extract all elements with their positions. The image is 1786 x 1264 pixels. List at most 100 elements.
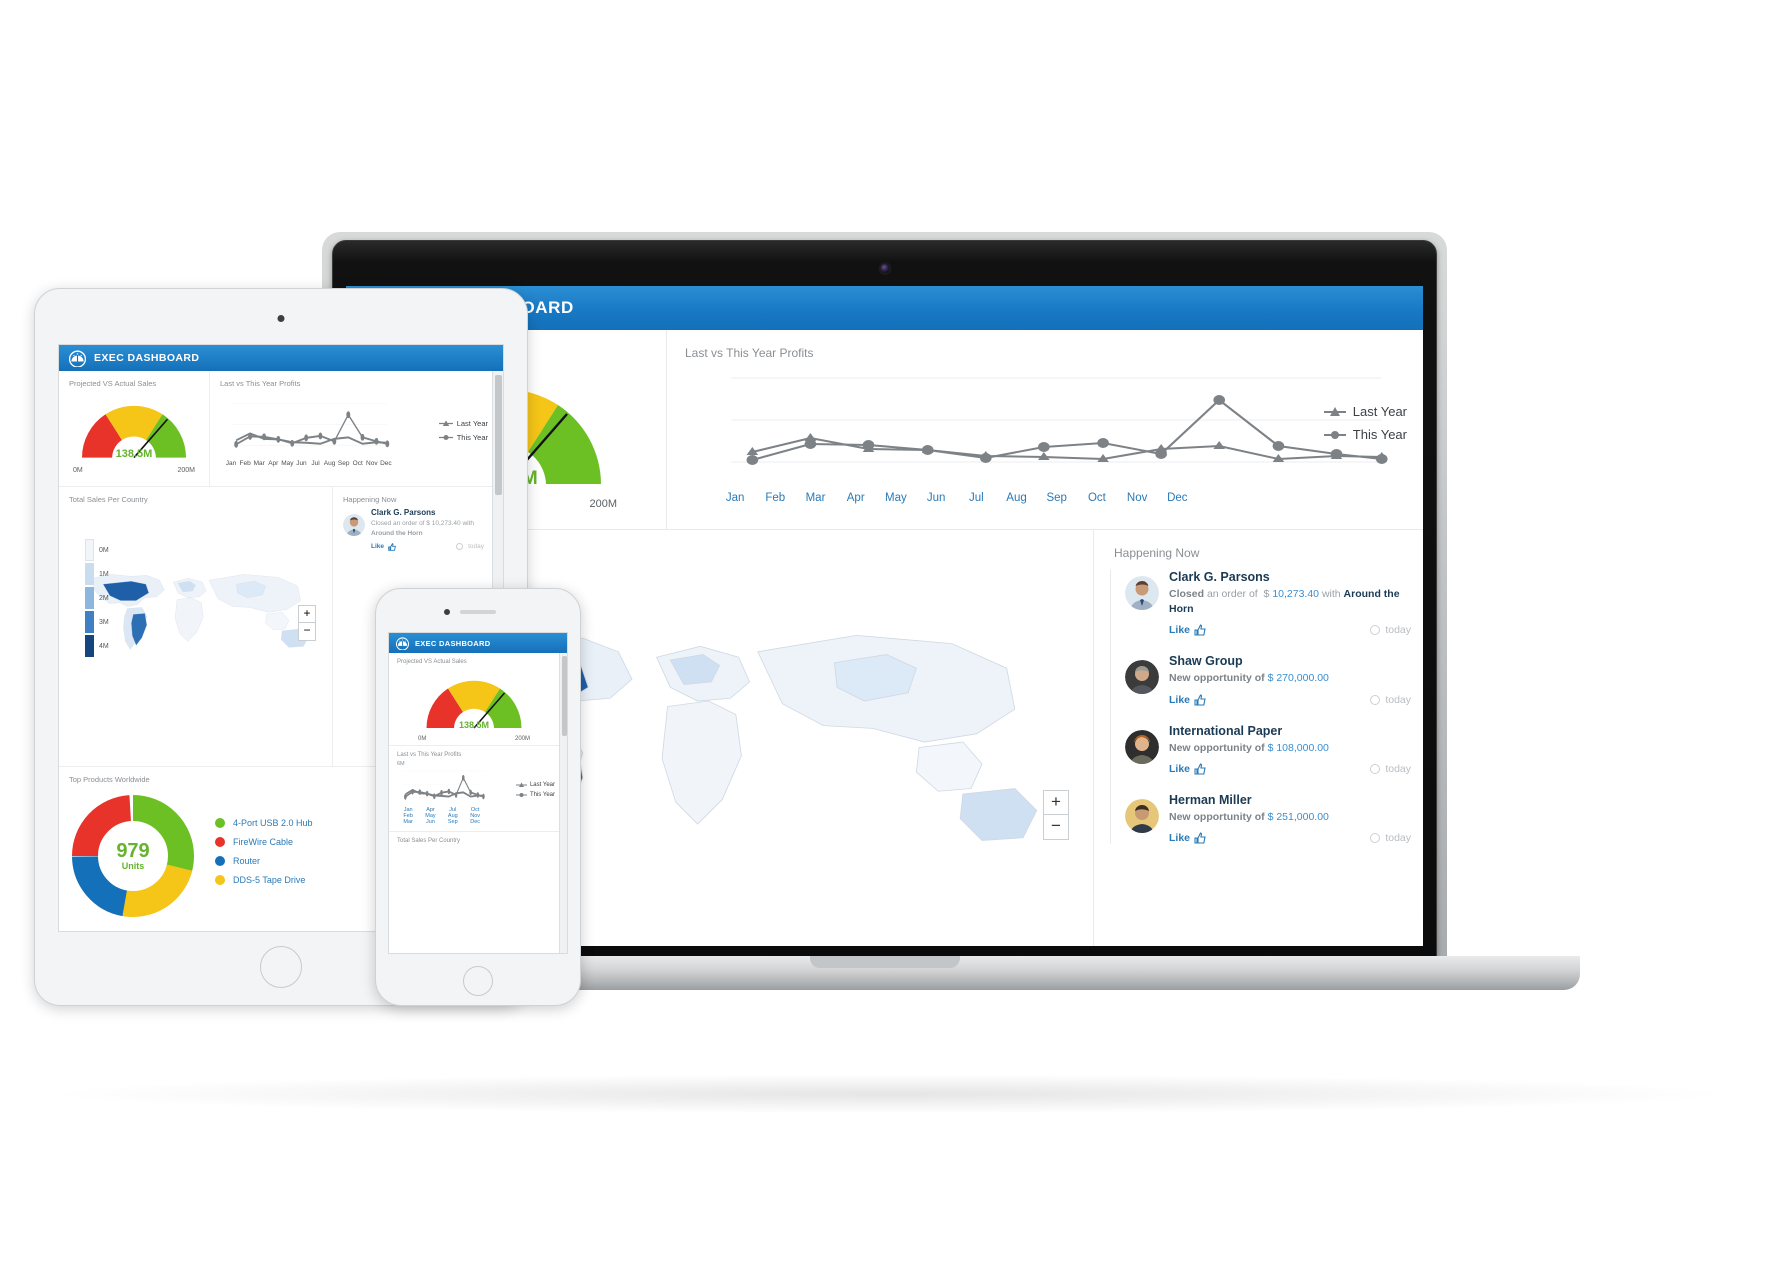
x-tick: Aug (323, 460, 336, 467)
thumbs-up-icon (1194, 624, 1206, 636)
list-item[interactable]: International Paper New opportunity of $… (1125, 724, 1411, 775)
phone-camera-icon (444, 609, 450, 615)
legend-label-this-year: This Year (456, 433, 488, 442)
line-chart-legend: Last Year This Year (1323, 404, 1407, 450)
list-item[interactable]: Clark G. Parsons Closed an order of $ 10… (1125, 570, 1411, 636)
feed-amount: $ 251,000.00 (1267, 810, 1329, 823)
legend-dot-blue-icon (215, 856, 225, 866)
legend-item-last-year[interactable]: Last Year (438, 419, 488, 428)
legend-label: 4-Port USB 2.0 Hub (233, 818, 313, 828)
x-tick: Mar (403, 819, 413, 825)
feed-content: International Paper New opportunity of $… (1169, 724, 1411, 775)
legend-dot-red-icon (215, 837, 225, 847)
phone-dashboard-body: Projected VS Actual Sales 138.5M 0M 200M (389, 653, 559, 953)
panel-title-line: Last vs This Year Profits (220, 379, 301, 388)
x-tick: Apr (268, 460, 279, 467)
donut-chart: 979 Units (69, 792, 197, 920)
ground-shadow (40, 1074, 1740, 1114)
feed-item-text: Closed an order of $ 10,273.40 with Arou… (371, 519, 484, 539)
legend-item-last-year[interactable]: Last Year (1323, 404, 1407, 419)
scale-label: 2M (99, 594, 109, 602)
legend-item-product-2[interactable]: Router (215, 856, 313, 866)
map-zoom-in-button[interactable]: + (1044, 791, 1068, 815)
legend-item-this-year[interactable]: This Year (1323, 427, 1407, 442)
phone-home-button[interactable] (463, 966, 493, 996)
x-tick: Oct (352, 460, 363, 467)
map-zoom-out-button[interactable]: − (299, 623, 315, 640)
like-button[interactable]: Like (1169, 624, 1206, 636)
feed-company[interactable]: Around the Horn (371, 530, 423, 537)
laptop-trackpad-notch (809, 956, 960, 968)
list-item[interactable]: Shaw Group New opportunity of $ 270,000.… (1125, 654, 1411, 706)
panel-title-line: Last vs This Year Profits (397, 752, 462, 758)
feed-with: with (462, 520, 475, 527)
x-tick: Nov (1126, 492, 1148, 504)
feed-timestamp: today (1370, 763, 1411, 775)
feed-item-name[interactable]: Clark G. Parsons (1169, 570, 1411, 584)
map-zoom-controls[interactable]: + − (298, 605, 316, 641)
avatar (343, 514, 365, 536)
avatar-man-suit-icon (343, 514, 365, 536)
timestamp-label: today (1385, 832, 1411, 845)
phone-speaker (460, 610, 496, 614)
thumbs-up-icon (388, 542, 396, 551)
scale-label: 3M (99, 618, 109, 626)
tablet-camera-icon (277, 315, 285, 322)
laptop-camera-icon (880, 264, 889, 273)
feed-content: Clark G. Parsons Closed an order of $ 10… (371, 508, 484, 551)
feed-item-name[interactable]: Clark G. Parsons (371, 508, 484, 517)
legend-item-product-0[interactable]: 4-Port USB 2.0 Hub (215, 818, 313, 828)
line-chart-x-axis: Jan Feb Mar Apr May Jun Jul Aug Sep Oct … (685, 492, 1203, 504)
like-button[interactable]: Like (371, 542, 396, 551)
legend-label-last-year: Last Year (1352, 404, 1407, 419)
feed-item-name[interactable]: Shaw Group (1169, 654, 1411, 668)
panel-title-feed: Happening Now (1114, 546, 1200, 560)
tablet-home-button[interactable] (260, 946, 302, 988)
map-zoom-controls[interactable]: + − (1043, 790, 1069, 840)
panel-last-vs-this-year-profits: Last vs This Year Profits Jan Feb Mar Ap… (209, 371, 492, 486)
feed-item-text: New opportunity of $ 108,000.00 (1169, 741, 1411, 756)
legend-marker-triangle-icon (1323, 406, 1346, 416)
like-button[interactable]: Like (1169, 694, 1206, 706)
phone-device: EXEC DASHBOARD Projected VS Actual Sales… (375, 588, 581, 1006)
x-tick: Apr (846, 492, 865, 504)
line-chart-x-axis: Jan Apr Jul Oct Feb May Aug Nov Mar Jun … (397, 807, 486, 825)
x-tick: Oct (1087, 492, 1106, 504)
feed-item-name[interactable]: Herman Miller (1169, 793, 1411, 807)
feed-actions: Like today (1169, 624, 1411, 636)
legend-marker-circle-icon (1323, 430, 1346, 439)
line-chart-legend: Last Year This Year (438, 419, 488, 447)
scrollbar-thumb[interactable] (561, 656, 567, 736)
gauge-max-label: 200M (177, 467, 195, 474)
map-zoom-out-button[interactable]: − (1044, 815, 1068, 839)
feed-detail: an order of $ (1206, 588, 1273, 600)
list-item[interactable]: Clark G. Parsons Closed an order of $ 10… (343, 508, 484, 551)
scrollbar-thumb[interactable] (495, 375, 502, 495)
panel-title-map: Total Sales Per Country (397, 838, 461, 844)
legend-item-last-year[interactable]: Last Year (515, 782, 555, 788)
phone-screen: EXEC DASHBOARD Projected VS Actual Sales… (388, 632, 568, 954)
x-tick: Dec (470, 819, 481, 825)
feed-timestamp: today (1370, 694, 1411, 706)
tablet-top-row: Projected VS Actual Sales 138.5M 0M 200M (59, 371, 492, 487)
like-label: Like (1169, 762, 1191, 775)
list-item[interactable]: Herman Miller New opportunity of $ 251,0… (1125, 793, 1411, 844)
feed-content: Shaw Group New opportunity of $ 270,000.… (1169, 654, 1411, 705)
feed-timestamp: today (456, 543, 484, 550)
legend-item-this-year[interactable]: This Year (515, 792, 555, 798)
line-chart-svg (231, 403, 390, 448)
like-button[interactable]: Like (1169, 832, 1206, 844)
legend-item-product-1[interactable]: FireWire Cable (215, 837, 313, 847)
panel-total-sales-per-country: Total Sales Per Country (389, 832, 559, 853)
scale-label: 4M (99, 642, 109, 650)
like-button[interactable]: Like (1169, 763, 1206, 775)
map-zoom-in-button[interactable]: + (299, 606, 315, 623)
legend-item-product-3[interactable]: DDS-5 Tape Drive (215, 875, 313, 885)
feed-item-name[interactable]: International Paper (1169, 724, 1411, 738)
gauge-chart: 138.5M 0M 200M (416, 669, 532, 742)
phone-scrollbar[interactable] (559, 653, 567, 953)
app-title: EXEC DASHBOARD (415, 638, 491, 648)
panel-title-gauge: Projected VS Actual Sales (69, 379, 157, 388)
legend-item-this-year[interactable]: This Year (438, 433, 488, 442)
map-scale-legend: 0M 1M 2M 3M 4M (85, 539, 109, 657)
